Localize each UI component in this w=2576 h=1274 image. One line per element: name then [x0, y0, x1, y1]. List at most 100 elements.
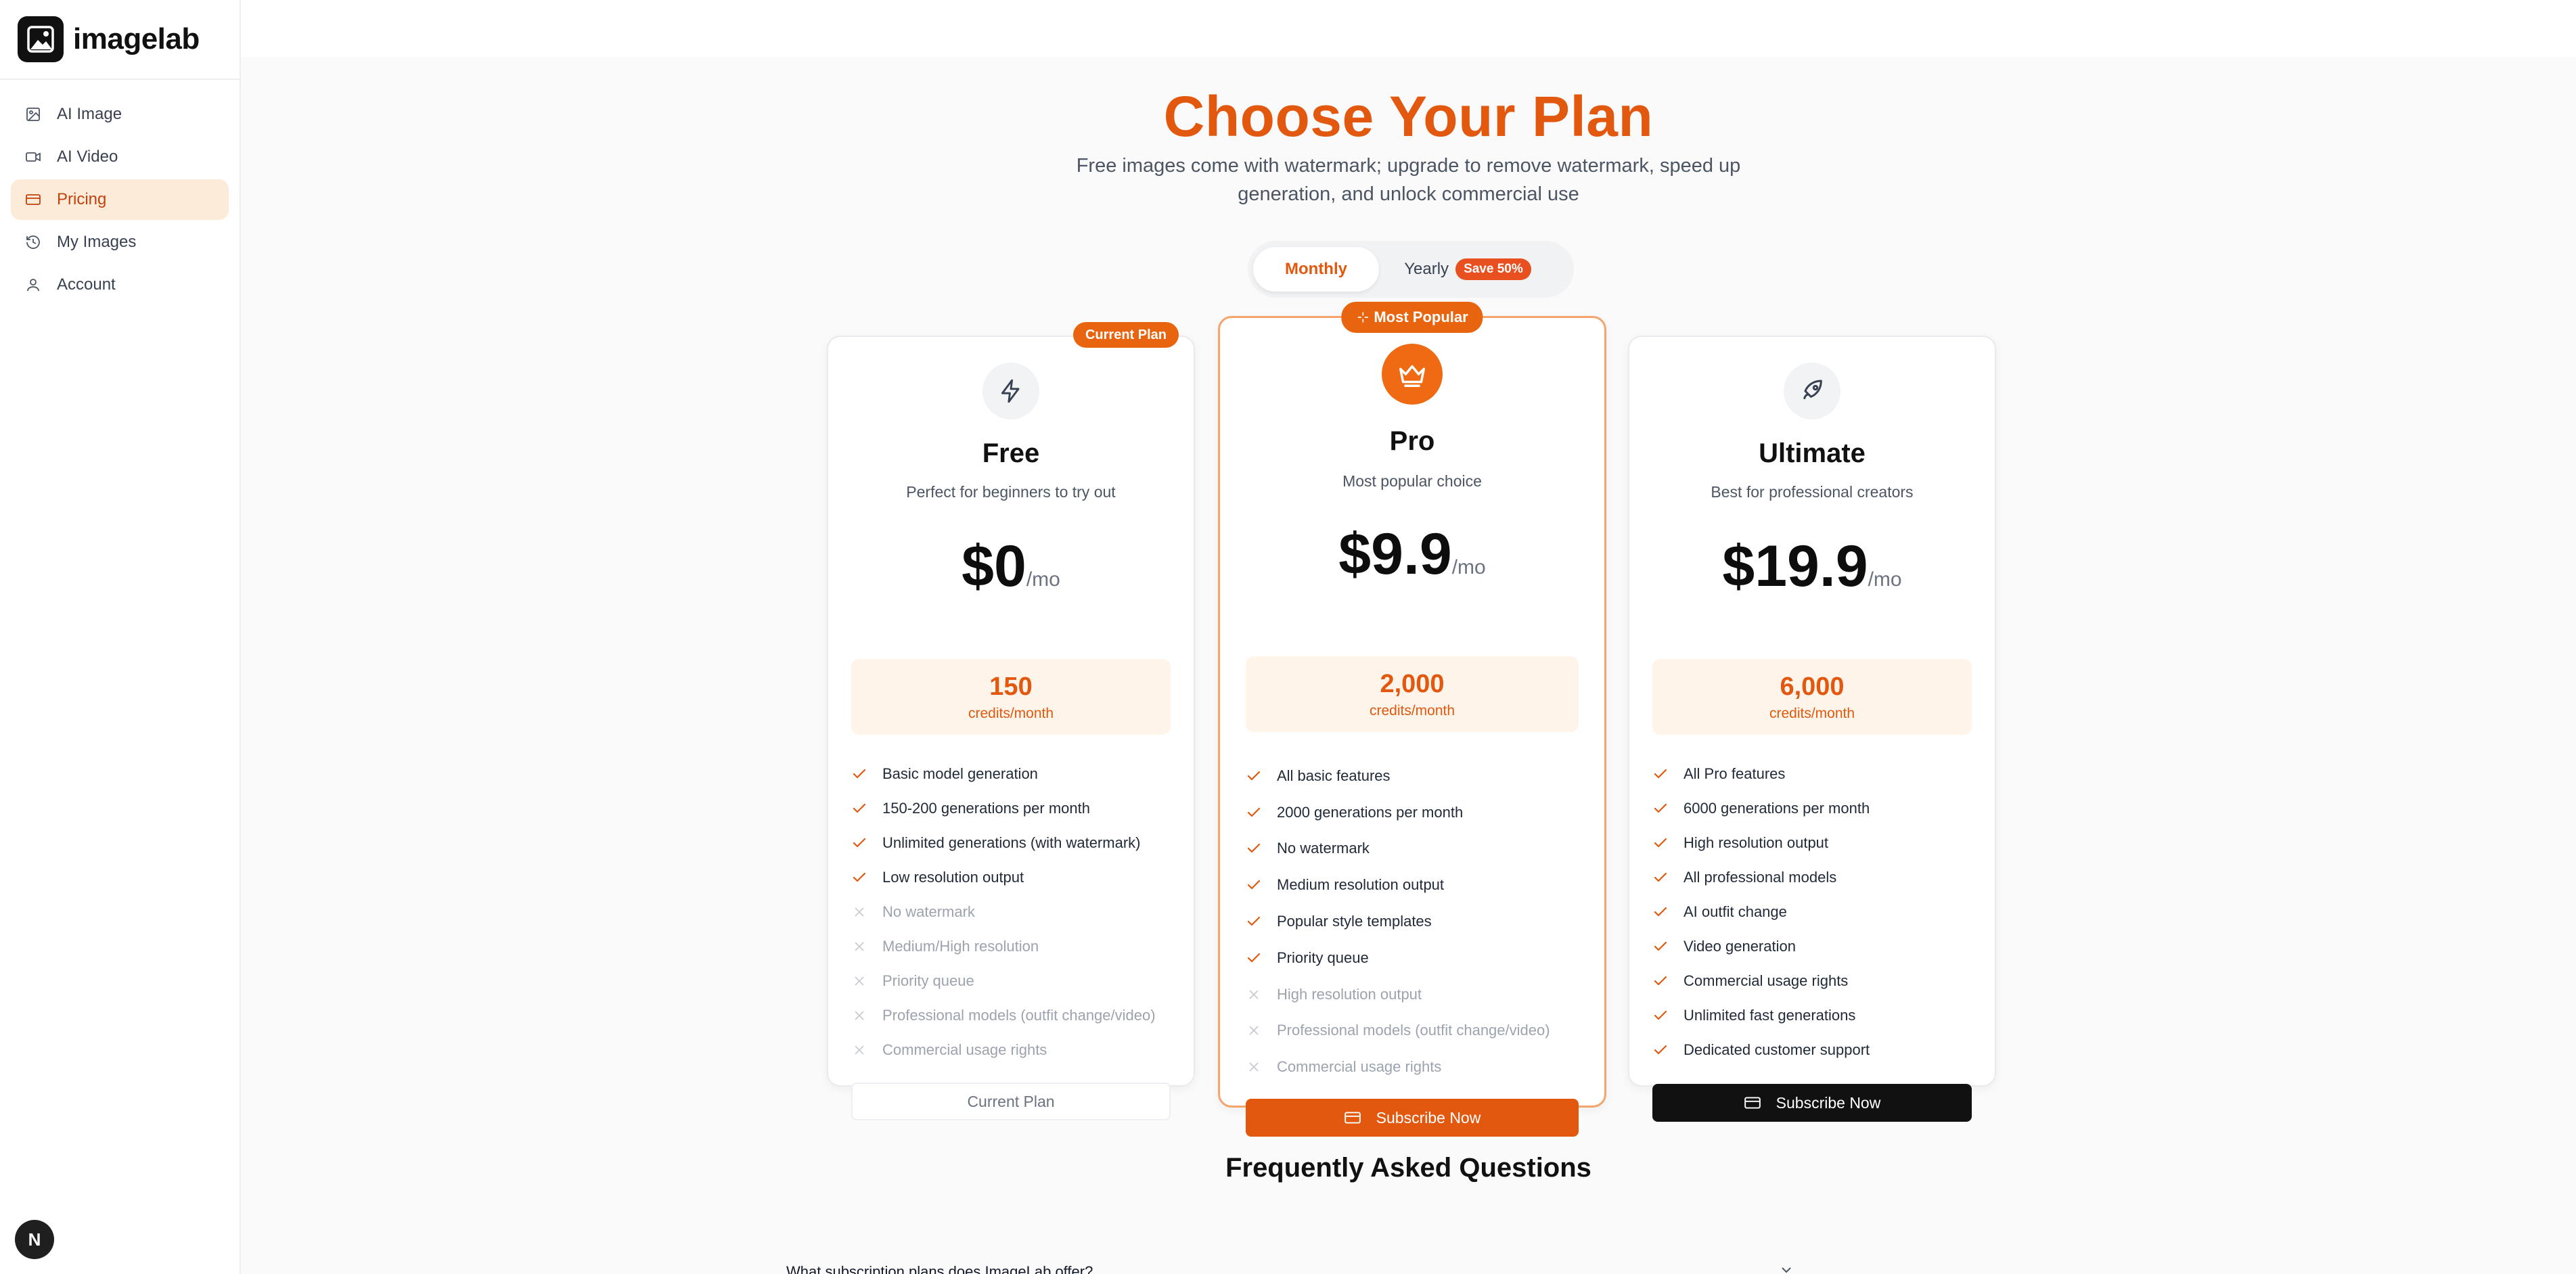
feature-item: No watermark — [851, 894, 1180, 929]
feature-item: 6000 generations per month — [1652, 791, 1981, 825]
feature-text: High resolution output — [1684, 834, 1829, 851]
crown-icon — [1382, 344, 1443, 405]
top-bar — [241, 0, 2576, 57]
sidebar-item-ai-video[interactable]: AI Video — [11, 137, 229, 177]
subscribe-ultimate-button[interactable]: Subscribe Now — [1652, 1084, 1972, 1122]
feature-text: Priority queue — [1277, 949, 1369, 966]
feature-item: 150-200 generations per month — [851, 791, 1180, 825]
feature-text: All Pro features — [1684, 765, 1786, 782]
feature-item: 2000 generations per month — [1246, 794, 1591, 831]
check-icon — [1652, 835, 1669, 851]
credits-box: 150 credits/month — [851, 659, 1171, 735]
feature-text: Low resolution output — [882, 868, 1024, 886]
feature-item: Unlimited fast generations — [1652, 998, 1981, 1032]
subscribe-pro-button[interactable]: Subscribe Now — [1246, 1099, 1579, 1137]
feature-list: All Pro features 6000 generations per mon… — [1652, 756, 1981, 1067]
lightning-icon — [982, 363, 1039, 419]
price: $9.9 — [1338, 522, 1452, 587]
feature-item: AI outfit change — [1652, 894, 1981, 929]
feature-text: Medium resolution output — [1277, 876, 1445, 894]
feature-item: High resolution output — [1246, 976, 1591, 1013]
price: $19.9 — [1722, 534, 1868, 599]
feature-item: Professional models (outfit change/video… — [851, 998, 1180, 1032]
page-subtitle: Free images come with watermark; upgrade… — [1076, 155, 1741, 205]
sidebar-item-ai-image[interactable]: AI Image — [11, 94, 229, 135]
check-icon — [1652, 1042, 1669, 1058]
logo-icon — [18, 16, 64, 62]
feature-text: Popular style templates — [1277, 913, 1432, 930]
price: $0 — [962, 534, 1026, 599]
price-row: $9.9/mo — [1220, 521, 1604, 588]
sidebar-item-account[interactable]: Account — [11, 265, 229, 305]
feature-text: No watermark — [1277, 840, 1370, 857]
price-row: $19.9/mo — [1629, 533, 1995, 600]
feature-item: Medium resolution output — [1246, 867, 1591, 903]
save-badge: Save 50% — [1455, 258, 1531, 280]
check-icon — [1652, 800, 1669, 817]
chevron-down-icon — [1778, 1262, 1794, 1274]
most-popular-badge: Most Popular — [1341, 302, 1483, 333]
credits-count: 6,000 — [1780, 673, 1845, 701]
toggle-monthly[interactable]: Monthly — [1253, 247, 1379, 292]
plan-description: Most popular choice — [1342, 472, 1482, 490]
sidebar-item-my-images[interactable]: My Images — [11, 222, 229, 263]
sidebar-nav: AI Image AI Video Pricing My Images Acco… — [0, 80, 240, 305]
feature-list: Basic model generation 150-200 generation… — [851, 756, 1180, 1067]
feature-item: Professional models (outfit change/video… — [1246, 1013, 1591, 1049]
credits-count: 2,000 — [1380, 670, 1445, 698]
feature-item: High resolution output — [1652, 825, 1981, 860]
feature-text: Dedicated customer support — [1684, 1041, 1870, 1058]
feature-text: Unlimited fast generations — [1684, 1006, 1856, 1024]
sparkle-icon — [1357, 312, 1368, 323]
feature-text: Professional models (outfit change/video… — [882, 1006, 1156, 1024]
feature-text: All professional models — [1684, 868, 1837, 886]
feature-text: Priority queue — [882, 972, 974, 989]
feature-item: Unlimited generations (with watermark) — [851, 825, 1180, 860]
feature-text: Professional models (outfit change/video… — [1277, 1022, 1550, 1039]
feature-item: Priority queue — [851, 963, 1180, 998]
plan-description: Best for professional creators — [1711, 483, 1914, 501]
check-icon — [851, 869, 867, 886]
user-icon — [24, 276, 42, 294]
history-icon — [24, 233, 42, 251]
subscribe-label: Subscribe Now — [1776, 1093, 1881, 1112]
plan-name: Pro — [1389, 426, 1435, 456]
check-icon — [1652, 973, 1669, 989]
price-period: /mo — [1026, 568, 1060, 591]
feature-item: All basic features — [1246, 758, 1591, 794]
price-period: /mo — [1868, 568, 1902, 591]
sidebar-item-pricing[interactable]: Pricing — [11, 179, 229, 220]
credit-card-icon — [24, 191, 42, 208]
feature-text: Unlimited generations (with watermark) — [882, 834, 1141, 851]
feature-text: Medium/High resolution — [882, 937, 1039, 955]
page-title: Choose Your Plan — [1163, 85, 1654, 148]
feature-item: All Pro features — [1652, 756, 1981, 791]
feature-text: Basic model generation — [882, 765, 1038, 782]
toggle-yearly[interactable]: Yearly Save 50% — [1379, 247, 1556, 292]
check-icon — [1246, 768, 1262, 784]
avatar[interactable]: N — [15, 1220, 54, 1259]
sidebar-item-label: Account — [57, 275, 116, 294]
feature-item: Popular style templates — [1246, 903, 1591, 940]
x-icon — [851, 973, 867, 989]
feature-text: High resolution output — [1277, 985, 1422, 1003]
x-icon — [851, 904, 867, 920]
credits-label: credits/month — [968, 706, 1054, 721]
check-icon — [1652, 938, 1669, 955]
plan-name: Free — [982, 438, 1040, 468]
feature-item: Commercial usage rights — [1246, 1049, 1591, 1085]
feature-item: No watermark — [1246, 831, 1591, 867]
feature-item: Commercial usage rights — [851, 1032, 1180, 1067]
sidebar: imagelab AI Image AI Video Pricing My Im… — [0, 0, 241, 1274]
rocket-icon — [1784, 363, 1840, 419]
logo[interactable]: imagelab — [0, 0, 240, 80]
plan-card-ultimate: Ultimate Best for professional creators … — [1628, 336, 1996, 1122]
feature-text: No watermark — [882, 903, 975, 920]
feature-text: Commercial usage rights — [1684, 972, 1849, 989]
current-plan-button[interactable]: Current Plan — [851, 1083, 1171, 1120]
feature-text: Commercial usage rights — [882, 1041, 1047, 1058]
check-icon — [1652, 1007, 1669, 1024]
x-icon — [851, 1007, 867, 1024]
feature-item: Basic model generation — [851, 756, 1180, 791]
faq-item[interactable]: What subscription plans does ImageLab of… — [779, 1242, 1801, 1274]
